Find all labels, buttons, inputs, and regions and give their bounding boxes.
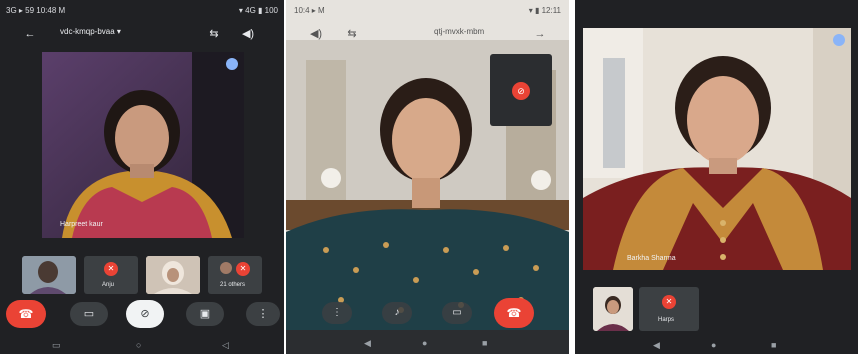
status-bar: 10:4 ▸ M ▾ ▮ 12:11 xyxy=(286,0,569,20)
self-view-tile[interactable]: ⊘ xyxy=(490,54,552,126)
present-button[interactable]: ▣ xyxy=(186,302,224,326)
participant-name: Barkha Sharma xyxy=(627,255,676,262)
camera-off-icon: ⊘ xyxy=(512,82,530,100)
back-icon[interactable]: ◀ xyxy=(364,338,371,349)
main-video: Harpreet kaur xyxy=(42,52,244,238)
thumbnail-video xyxy=(22,256,76,294)
recents-icon[interactable]: ■ xyxy=(771,340,776,350)
system-nav-bar: ◀ ● ■ xyxy=(286,338,569,352)
home-icon[interactable]: ● xyxy=(711,340,716,350)
system-nav-bar: ◀ ● ■ xyxy=(575,340,858,354)
status-right: ▾ ▮ 12:11 xyxy=(528,6,561,15)
caption-icon: ▭ xyxy=(452,307,462,318)
more-options-button[interactable]: ⋮ xyxy=(322,302,352,324)
back-icon[interactable]: ◀ xyxy=(653,340,660,351)
home-icon[interactable]: ○ xyxy=(136,340,141,350)
mic-off-icon: ✕ xyxy=(662,295,676,309)
participant-video xyxy=(42,52,244,238)
switch-camera-icon[interactable]: ⇆ xyxy=(206,26,222,42)
present-icon: ▣ xyxy=(199,308,211,320)
more-options-button[interactable]: ⋮ xyxy=(246,302,280,326)
phone-screen-1: 3G ▸ 59 10:48 M ▾ 4G ▮ 100 ← vdc-kmqp-bv… xyxy=(0,0,284,354)
avatar xyxy=(220,262,232,274)
participant-label: Anju xyxy=(102,282,115,288)
end-call-button[interactable]: ☎ xyxy=(6,300,46,328)
participant-tile-anju[interactable]: ✕ Anju xyxy=(84,256,138,294)
mic-icon: ♪ xyxy=(394,307,400,318)
system-nav-bar: ▭ ○ ◁ xyxy=(0,340,284,354)
mic-off-icon: ✕ xyxy=(236,262,250,276)
switch-camera-icon[interactable]: ⇆ xyxy=(344,26,360,42)
more-icon[interactable]: → xyxy=(532,26,548,42)
status-bar: 3G ▸ 59 10:48 M ▾ 4G ▮ 100 xyxy=(0,0,284,20)
mic-off-icon: ✕ xyxy=(104,262,118,276)
camera-button[interactable]: ▭ xyxy=(70,302,108,326)
thumbnail-video xyxy=(146,256,200,294)
participant-thumbnail[interactable] xyxy=(22,256,76,294)
phone-screen-3: Barkha Sharma ✕ Harps ◀ ● ■ xyxy=(575,0,858,354)
participant-thumbnail[interactable] xyxy=(593,287,633,331)
thumbnail-video xyxy=(593,287,633,331)
captions-button[interactable]: ▭ xyxy=(442,302,472,324)
end-call-button[interactable]: ☎ xyxy=(494,298,534,328)
speaker-icon[interactable]: ◀) xyxy=(308,26,324,42)
end-call-icon: ☎ xyxy=(506,306,522,320)
others-tile[interactable]: ✕ 21 others xyxy=(208,256,262,294)
audio-indicator-icon xyxy=(226,58,238,70)
main-video: Barkha Sharma xyxy=(583,28,851,270)
phone-screen-2: 10:4 ▸ M ▾ ▮ 12:11 ◀) ⇆ qtj-mvxk-mbm → ⊘… xyxy=(286,0,569,354)
participant-label: Harps xyxy=(658,317,675,323)
meeting-title[interactable]: qtj-mvxk-mbm xyxy=(434,27,484,36)
status-left: 10:4 ▸ M xyxy=(294,6,325,15)
meeting-title[interactable]: vdc-kmqp-bvaa ▾ xyxy=(60,27,121,36)
top-bar: ◀) ⇆ qtj-mvxk-mbm → xyxy=(286,20,569,48)
participant-name: Harpreet kaur xyxy=(60,221,103,228)
mic-button[interactable]: ♪ xyxy=(382,302,412,324)
home-icon[interactable]: ● xyxy=(422,338,427,348)
recents-icon[interactable]: ■ xyxy=(482,338,487,348)
mic-button[interactable]: ⊘ xyxy=(126,300,164,328)
status-right: ▾ 4G ▮ 100 xyxy=(238,6,278,15)
more-icon: ⋮ xyxy=(257,308,269,320)
status-left: 3G ▸ 59 10:48 M xyxy=(6,6,66,15)
end-call-icon: ☎ xyxy=(18,307,34,321)
recents-icon[interactable]: ▭ xyxy=(52,340,61,351)
participant-video xyxy=(286,0,569,330)
participant-thumbnail[interactable] xyxy=(146,256,200,294)
participant-video xyxy=(583,28,851,270)
more-icon: ⋮ xyxy=(332,307,342,318)
speaker-icon[interactable]: ◀) xyxy=(240,26,256,42)
others-count: 21 others xyxy=(220,282,246,288)
mic-off-icon: ⊘ xyxy=(140,308,150,320)
back-arrow-icon[interactable]: ← xyxy=(22,26,38,42)
back-icon[interactable]: ◁ xyxy=(222,340,229,351)
participant-tile-harps[interactable]: ✕ Harps xyxy=(639,287,699,331)
top-bar: ← vdc-kmqp-bvaa ▾ ⇆ ◀) xyxy=(0,20,284,48)
pin-icon[interactable] xyxy=(833,34,845,46)
camera-icon: ▭ xyxy=(83,308,95,320)
